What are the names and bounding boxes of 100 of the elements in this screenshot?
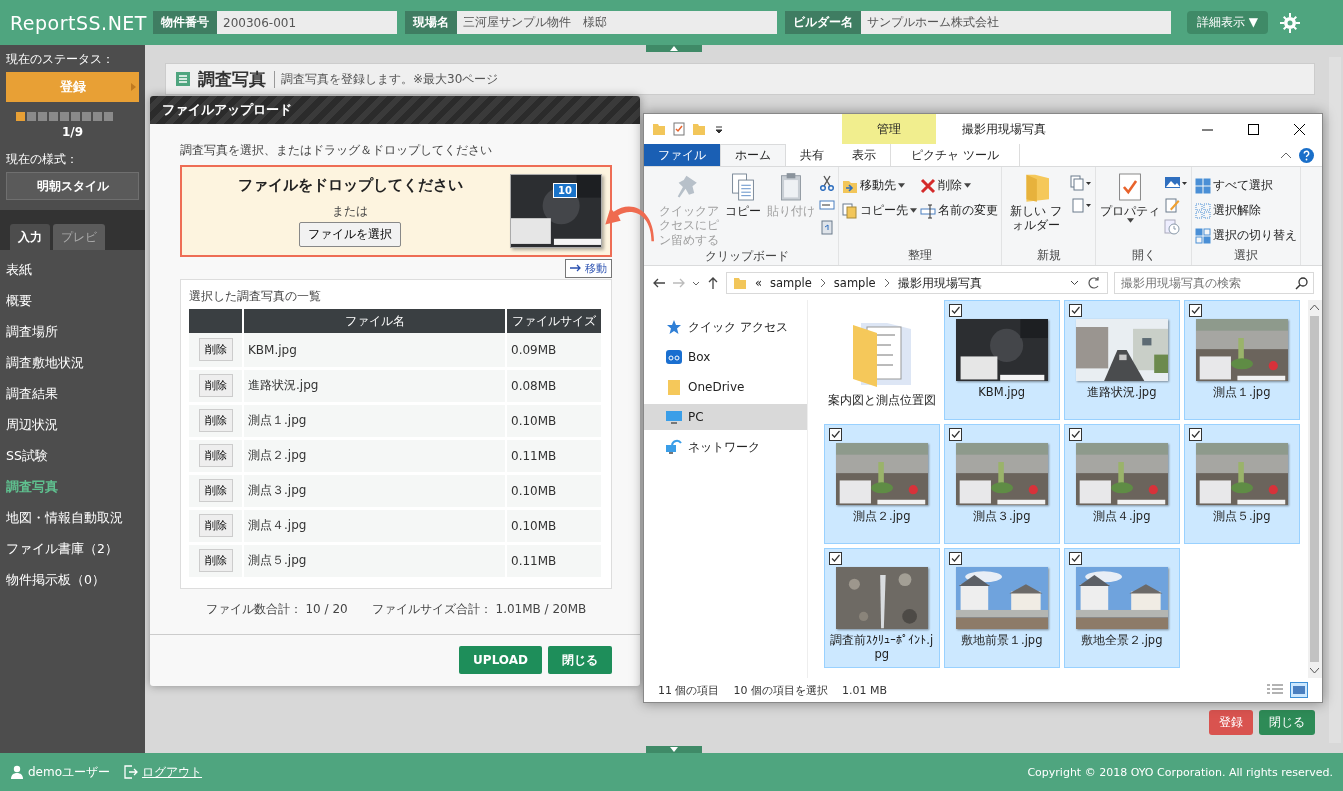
ribbon-button[interactable]: 新しい フォルダー: [1005, 171, 1067, 234]
checklist-icon[interactable]: [672, 122, 686, 136]
sidebar-item[interactable]: 調査写真: [0, 471, 145, 502]
back-arrow-icon[interactable]: [652, 276, 666, 290]
checkbox-icon[interactable]: [1188, 428, 1202, 441]
document-stack-icon[interactable]: [1070, 175, 1092, 191]
file-tile[interactable]: 測点３.jpg: [943, 424, 1060, 544]
register-button[interactable]: 登録: [1209, 710, 1253, 735]
file-tile[interactable]: 測点２.jpg: [823, 424, 940, 544]
document-icon[interactable]: [1070, 197, 1092, 213]
file-tile[interactable]: 測点５.jpg: [1183, 424, 1300, 544]
delete-button[interactable]: 削除: [198, 479, 233, 502]
ribbon-button[interactable]: 移動先: [842, 177, 917, 194]
scroll-up-icon[interactable]: [1310, 304, 1320, 310]
checkbox-icon[interactable]: [948, 428, 962, 441]
detail-button[interactable]: 詳細表示 ▼: [1187, 11, 1269, 34]
logout-icon[interactable]: [124, 765, 139, 779]
settings-icon[interactable]: [1280, 12, 1301, 33]
ribbon-button[interactable]: コピー: [723, 171, 763, 220]
upload-button[interactable]: UPLOAD: [459, 646, 542, 674]
delete-button[interactable]: 削除: [198, 374, 233, 397]
search-field[interactable]: 撮影用現場写真の検索: [1114, 272, 1314, 294]
scrollbar[interactable]: [1329, 57, 1341, 743]
help-icon[interactable]: [1299, 147, 1314, 163]
document-icon[interactable]: [819, 197, 835, 213]
delete-button[interactable]: 削除: [198, 444, 233, 467]
collapse-handle[interactable]: [646, 45, 702, 52]
choose-file-button[interactable]: ファイルを選択: [299, 221, 401, 247]
sidebar-item[interactable]: 調査結果: [0, 378, 145, 409]
sidebar-item[interactable]: 地図・情報自動取況: [0, 502, 145, 533]
ribbon-tab[interactable]: ファイル: [644, 144, 720, 166]
nav-item[interactable]: ネットワーク: [644, 434, 807, 460]
close-icon[interactable]: [1293, 123, 1305, 135]
sidebar-item[interactable]: 調査場所: [0, 316, 145, 347]
checkbox-icon[interactable]: [1068, 552, 1082, 565]
ribbon-button[interactable]: プロパティ: [1099, 171, 1161, 225]
close-button[interactable]: 閉じる: [1259, 710, 1315, 735]
delete-button[interactable]: 削除: [198, 338, 233, 362]
file-tile[interactable]: KBM.jpg: [943, 300, 1060, 420]
refresh-icon[interactable]: [1087, 276, 1101, 290]
ribbon-button[interactable]: 名前の変更: [920, 202, 998, 219]
checkbox-icon[interactable]: [948, 304, 962, 317]
ribbon-button[interactable]: 選択の切り替え: [1195, 227, 1297, 244]
checkbox-icon[interactable]: [1068, 304, 1082, 317]
clipboard-icon[interactable]: [819, 219, 835, 235]
delete-button[interactable]: 削除: [198, 514, 233, 537]
image-icon[interactable]: [1164, 175, 1188, 191]
close-button[interactable]: 閉じる: [548, 646, 612, 674]
sidebar-item[interactable]: 周辺状況: [0, 409, 145, 440]
checkbox-icon[interactable]: [1188, 304, 1202, 317]
file-tile[interactable]: 測点４.jpg: [1063, 424, 1180, 544]
ribbon-button[interactable]: 削除: [920, 177, 998, 194]
checkbox-icon[interactable]: [828, 428, 842, 441]
breadcrumb[interactable]: 撮影用現場写真: [897, 275, 982, 291]
thumbnail-view-icon[interactable]: [1290, 682, 1308, 698]
chevron-icon[interactable]: [883, 279, 890, 287]
path-overflow[interactable]: «: [755, 276, 763, 290]
chevron-icon[interactable]: [819, 279, 826, 287]
file-tile[interactable]: 進路状況.jpg: [1063, 300, 1180, 420]
collapse-handle[interactable]: [646, 746, 702, 753]
delete-button[interactable]: 削除: [198, 549, 233, 572]
checkbox-icon[interactable]: [948, 552, 962, 565]
sidebar-item[interactable]: 表紙: [0, 254, 145, 285]
file-tile[interactable]: 敷地全景２.jpg: [1063, 548, 1180, 668]
style-button[interactable]: 明朝スタイル: [6, 172, 139, 200]
nav-item[interactable]: Box: [644, 344, 807, 370]
ribbon-tab[interactable]: ホーム: [720, 144, 786, 166]
nav-item[interactable]: OneDrive: [644, 374, 807, 400]
sidebar-item[interactable]: ファイル書庫（2）: [0, 533, 145, 564]
file-tile[interactable]: 測点１.jpg: [1183, 300, 1300, 420]
drop-zone[interactable]: ファイルをドロップしてください または ファイルを選択 10: [180, 165, 612, 257]
scroll-down-icon[interactable]: [1310, 668, 1320, 674]
file-tile[interactable]: 敷地前景１.jpg: [943, 548, 1060, 668]
sidebar-item[interactable]: 物件掲示板（0）: [0, 564, 145, 595]
address-bar[interactable]: « sample sample 撮影用現場写真: [726, 272, 1108, 294]
up-arrow-icon[interactable]: [706, 276, 720, 290]
nav-item[interactable]: PC: [644, 404, 807, 430]
sidebar-item[interactable]: SS試験: [0, 440, 145, 471]
scissors-icon[interactable]: [819, 175, 835, 191]
ribbon-tab[interactable]: 表示: [838, 144, 890, 166]
delete-button[interactable]: 削除: [198, 409, 233, 432]
breadcrumb[interactable]: sample: [833, 276, 876, 290]
sidebar-tab[interactable]: 入力: [10, 224, 50, 250]
ribbon-button[interactable]: 選択解除: [1195, 202, 1297, 219]
ribbon-button[interactable]: コピー先: [842, 202, 917, 219]
table-cell: 測点２.jpg: [243, 438, 506, 473]
collapse-icon[interactable]: [1281, 152, 1291, 158]
caret-icon[interactable]: [1070, 279, 1079, 287]
nav-item[interactable]: クイック アクセス: [644, 314, 807, 340]
sidebar-item[interactable]: 概要: [0, 285, 145, 316]
file-tile[interactable]: 調査前ｽｸﾘｭｰﾎﾟｲﾝﾄ.jpg: [823, 548, 940, 668]
scrollbar[interactable]: [1307, 300, 1322, 678]
ribbon-button[interactable]: すべて選択: [1195, 177, 1297, 194]
file-tile[interactable]: 案内図と測点位置図: [823, 300, 940, 420]
sidebar-item[interactable]: 調査敷地状況: [0, 347, 145, 378]
checkbox-icon[interactable]: [828, 552, 842, 565]
breadcrumb[interactable]: sample: [770, 276, 812, 290]
ribbon-tab[interactable]: 共有: [786, 144, 838, 166]
checkbox-icon[interactable]: [1068, 428, 1082, 441]
maximize-icon[interactable]: [1247, 123, 1259, 135]
